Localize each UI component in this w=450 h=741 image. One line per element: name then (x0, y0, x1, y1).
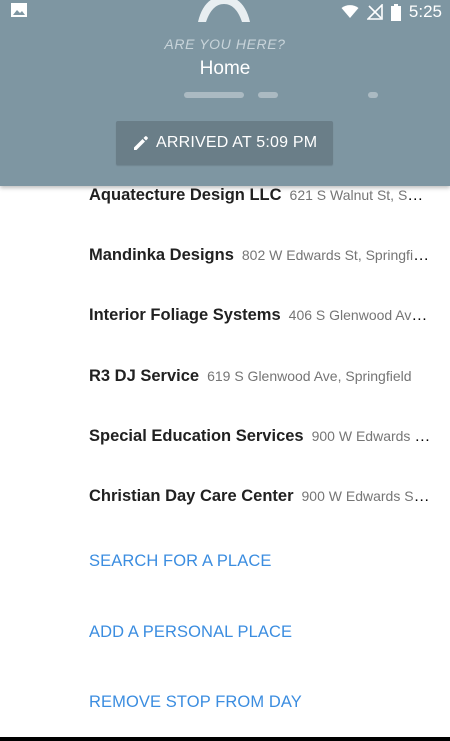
search-for-place-button[interactable]: SEARCH FOR A PLACE (89, 552, 271, 571)
battery-icon (390, 3, 401, 21)
remove-stop-button[interactable]: REMOVE STOP FROM DAY (89, 693, 302, 712)
place-name: Special Education Services (89, 426, 304, 445)
pencil-icon (134, 136, 148, 150)
arrived-time-button[interactable]: ARRIVED AT 5:09 PM (116, 121, 333, 165)
timeline-place-picker-screen: 5:25 ARE YOU HERE? Home ARRIVED AT 5:09 … (0, 0, 450, 741)
place-list-item[interactable]: R3 DJ Service 619 S Glenwood Ave, Springf… (0, 346, 450, 406)
place-name: Christian Day Care Center (89, 486, 294, 505)
blurred-address-line (368, 92, 378, 98)
place-address: 900 W Edwards St, Springfield (311, 427, 431, 444)
place-name: R3 DJ Service (89, 366, 200, 385)
place-list-item[interactable]: Interior Foliage Systems 406 S Glenwood A… (0, 285, 450, 345)
place-address: 802 W Edwards St, Springfield (241, 246, 431, 263)
add-personal-place-button[interactable]: ADD A PERSONAL PLACE (89, 623, 292, 642)
place-address: 619 S Glenwood Ave, Springfield (207, 367, 412, 384)
arrived-time-label: ARRIVED AT 5:09 PM (156, 134, 318, 151)
place-confirmation-header: 5:25 ARE YOU HERE? Home ARRIVED AT 5:09 … (0, 0, 450, 186)
navigation-bar-edge (0, 737, 450, 741)
map-avatar-icon (198, 0, 250, 22)
image-notification-icon (11, 3, 27, 17)
place-address: 900 W Edwards St, Springfield (301, 487, 432, 504)
place-name: Interior Foliage Systems (89, 305, 281, 324)
place-name: Aquatecture Design LLC (89, 185, 282, 204)
blurred-address-line (184, 92, 244, 98)
place-name: Mandinka Designs (89, 245, 234, 264)
no-signal-icon (366, 4, 383, 20)
status-bar: 5:25 (0, 0, 450, 24)
place-list-item[interactable]: Mandinka Designs 802 W Edwards St, Spring… (0, 225, 450, 285)
place-address: 621 S Walnut St, Springfield (289, 186, 431, 203)
place-list-item[interactable]: Christian Day Care Center 900 W Edwards S… (0, 466, 450, 526)
are-you-here-prompt: ARE YOU HERE? (164, 36, 286, 52)
wifi-icon (341, 5, 359, 19)
status-icons: 5:25 (341, 0, 442, 24)
status-time: 5:25 (408, 2, 442, 21)
blurred-address-line (258, 92, 278, 98)
current-place-name: Home (199, 58, 251, 79)
place-list-item[interactable]: Special Education Services 900 W Edwards … (0, 406, 450, 466)
place-address: 406 S Glenwood Ave, Springfield (288, 306, 431, 323)
